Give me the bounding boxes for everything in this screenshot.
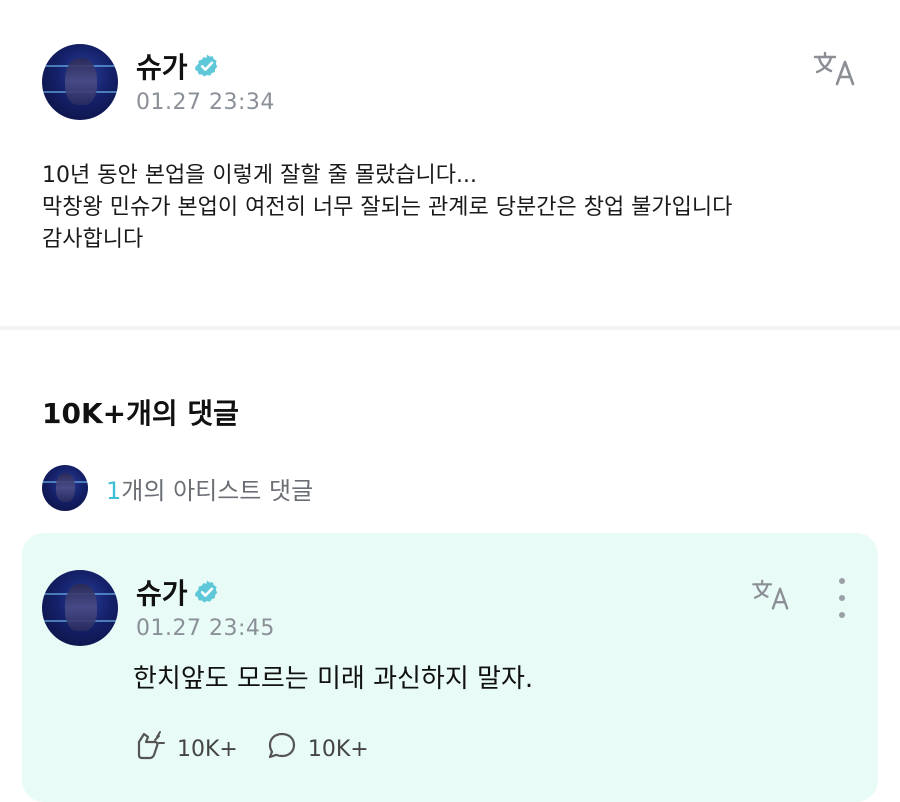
verified-badge-icon: [194, 53, 220, 79]
reply-bubble-icon: [266, 730, 298, 768]
reply-count: 10K+: [307, 736, 369, 762]
reply-button[interactable]: 10K+: [266, 730, 369, 768]
post-line: 감사합니다: [42, 227, 144, 252]
comment-author-avatar[interactable]: [42, 570, 118, 646]
section-divider: [0, 326, 900, 330]
artist-avatar-small: [42, 465, 88, 511]
like-count: 10K+: [177, 736, 238, 762]
post-timestamp: 01.27 23:34: [136, 90, 275, 115]
comment-timestamp: 01.27 23:45: [136, 616, 275, 641]
like-icon: [133, 730, 167, 768]
post-author-avatar[interactable]: [42, 44, 118, 120]
verified-badge-icon: [194, 579, 220, 605]
comment-author-name-text: 슈가: [136, 577, 188, 610]
post-author-name-text: 슈가: [136, 51, 188, 84]
comment-text: 한치앞도 모르는 미래 과신하지 말자.: [133, 664, 534, 694]
comment-author-name[interactable]: 슈가: [136, 572, 220, 612]
artist-comments-row[interactable]: 1개의 아티스트 댓글: [42, 465, 313, 511]
more-vertical-icon[interactable]: [833, 578, 851, 618]
artist-comments-text: 개의 아티스트 댓글: [121, 476, 314, 505]
post-author-name[interactable]: 슈가: [136, 46, 220, 86]
comment-translate-icon[interactable]: [750, 578, 794, 616]
post-line: 막창왕 민슈가 본업이 여전히 너무 잘되는 관계로 당분간은 창업 불가입니다: [42, 195, 733, 220]
post-body: 10년 동안 본업을 이렇게 잘할 줄 몰랐습니다... 막창왕 민슈가 본업이…: [42, 160, 882, 256]
post-line: 10년 동안 본업을 이렇게 잘할 줄 몰랐습니다...: [42, 163, 478, 188]
comments-count-title: 10K+개의 댓글: [42, 397, 239, 430]
like-button[interactable]: 10K+: [133, 730, 238, 768]
artist-comments-count: 1: [106, 476, 122, 505]
translate-icon[interactable]: [812, 50, 860, 92]
artist-comments-label: 1개의 아티스트 댓글: [106, 471, 313, 506]
comment-stats: 10K+ 10K+: [133, 730, 397, 768]
